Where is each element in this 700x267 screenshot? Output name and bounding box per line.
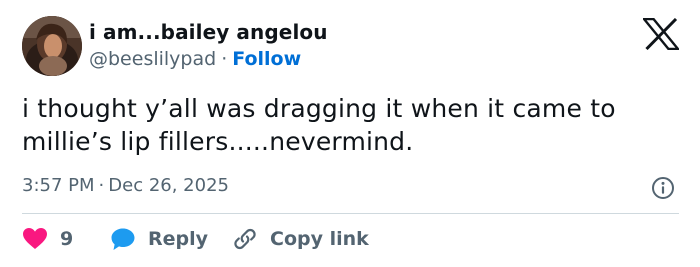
tweet-date: Dec 26, 2025 xyxy=(108,175,229,196)
heart-icon xyxy=(23,228,47,249)
tweet-text-line-1: i thought y’all was dragging it when it … xyxy=(22,94,616,123)
tweet-text-line-2: millie’s lip fillers.....nevermind. xyxy=(22,127,414,156)
avatar[interactable] xyxy=(22,16,82,76)
copy-link-label: Copy link xyxy=(270,228,369,250)
like-button[interactable]: 9 xyxy=(22,226,73,252)
tweet-time: 3:57 PM xyxy=(22,175,95,196)
handle-separator: · xyxy=(221,48,228,70)
author-handle-row: @beeslilypad · Follow xyxy=(89,48,301,70)
timestamp-separator: · xyxy=(98,175,105,196)
x-logo-icon[interactable] xyxy=(641,17,681,51)
copy-link-button[interactable]: Copy link xyxy=(232,226,369,252)
link-icon xyxy=(234,228,256,250)
info-icon[interactable] xyxy=(651,176,675,200)
author-handle[interactable]: @beeslilypad xyxy=(89,48,216,70)
avatar-photo-icon xyxy=(22,16,82,76)
reply-label: Reply xyxy=(148,228,209,250)
tweet-card: i am...bailey angelou @beeslilypad · Follo… xyxy=(0,0,700,267)
follow-button[interactable]: Follow xyxy=(232,48,301,70)
like-count: 9 xyxy=(60,228,74,250)
tweet-text: i thought y’all was dragging it when it … xyxy=(22,92,682,158)
author-display-name[interactable]: i am...bailey angelou xyxy=(89,20,328,44)
reply-bubble-icon xyxy=(111,228,135,250)
tweet-timestamp[interactable]: 3:57 PM · Dec 26, 2025 xyxy=(22,175,229,196)
reply-button[interactable]: Reply xyxy=(110,226,208,252)
divider xyxy=(22,213,679,214)
